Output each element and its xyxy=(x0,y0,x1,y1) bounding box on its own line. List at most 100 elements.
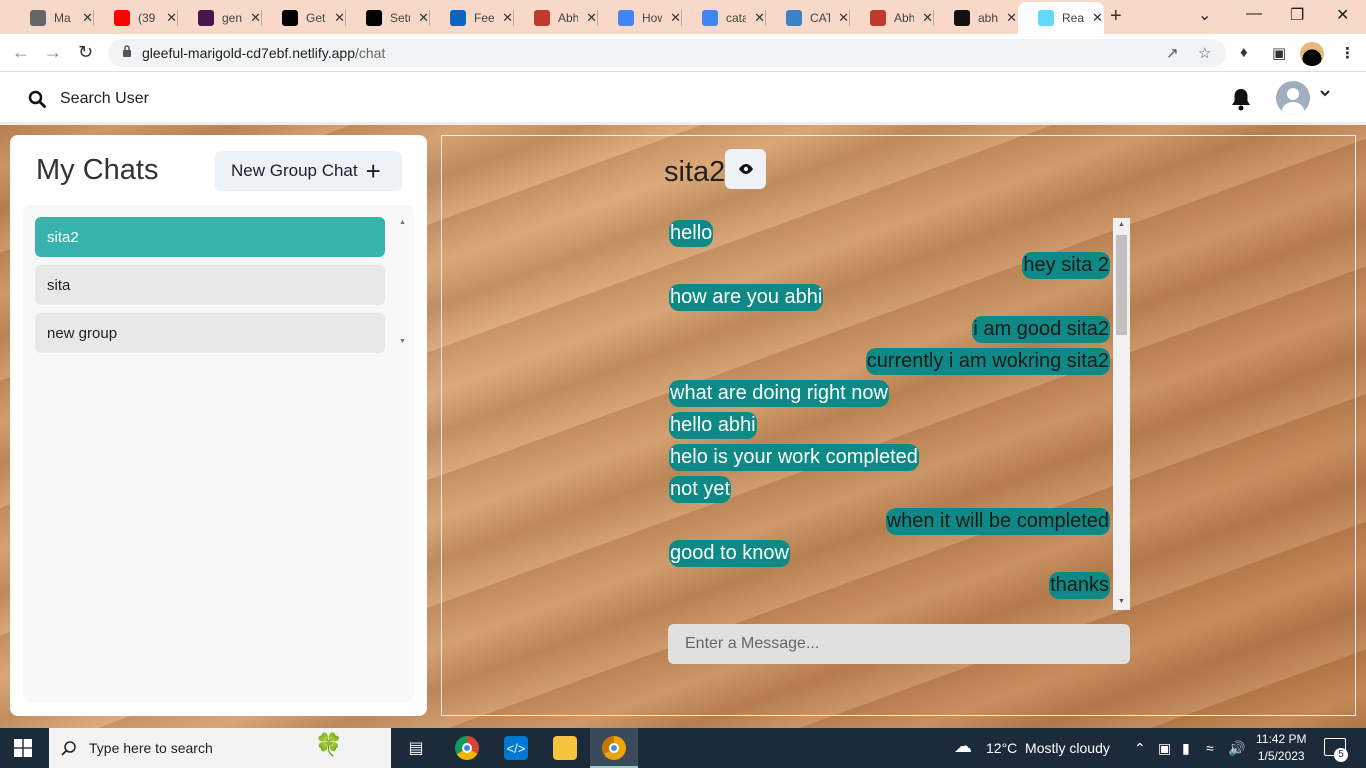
close-tab-icon[interactable]: ✕ xyxy=(502,10,513,26)
chat-list-item-label: sita2 xyxy=(47,228,79,246)
back-arrow-icon[interactable]: ← xyxy=(12,42,30,63)
extensions-puzzle-icon[interactable]: ♦ xyxy=(1240,44,1248,61)
profile-avatar[interactable] xyxy=(1300,42,1324,66)
github-icon xyxy=(954,9,970,26)
search-icon xyxy=(61,741,76,756)
side-panel-icon[interactable]: ▣ xyxy=(1272,44,1286,62)
close-tab-icon[interactable]: ✕ xyxy=(922,10,933,26)
browser-tab[interactable]: Rea ✕ xyxy=(1018,2,1104,34)
browser-tab[interactable]: Fee ✕ xyxy=(430,5,513,30)
close-tab-icon[interactable]: ✕ xyxy=(838,10,849,26)
browser-tab[interactable]: Abh ✕ xyxy=(850,5,933,30)
message-bubble-received: when it will be completed xyxy=(885,508,1110,535)
tab-separator xyxy=(765,10,766,26)
clock-date: 1/5/2023 xyxy=(1257,749,1305,763)
tab-title: gen xyxy=(222,10,243,25)
browser-tab[interactable]: abh ✕ xyxy=(934,5,1017,30)
tab-separator xyxy=(93,10,94,26)
view-profile-button[interactable] xyxy=(725,149,766,189)
tab-title: Rea xyxy=(1062,11,1084,25)
messages-scrollbar[interactable]: ▲ ▼ xyxy=(1113,218,1130,610)
address-bar[interactable]: gleeful-marigold-cd7ebf.netlify.app/chat… xyxy=(108,39,1226,67)
share-icon[interactable]: ↗ xyxy=(1166,44,1179,62)
file-explorer-icon[interactable] xyxy=(553,736,577,760)
close-tab-icon[interactable]: ✕ xyxy=(334,10,345,26)
tab-search-chevron-icon[interactable]: ⌄ xyxy=(1198,5,1211,25)
chat-box: sita2 hello hey sita 2 how are you abhi i a… xyxy=(441,135,1356,716)
close-tab-icon[interactable]: ✕ xyxy=(1006,10,1017,26)
close-tab-icon[interactable]: ✕ xyxy=(418,10,429,26)
clock[interactable]: 11:42 PM 1/5/2023 xyxy=(1256,731,1306,765)
message-bubble-sent: how are you abhi xyxy=(669,284,824,311)
new-group-chat-button[interactable]: New Group Chat + xyxy=(215,151,402,191)
new-group-chat-label: New Group Chat xyxy=(231,161,358,180)
browser-tab[interactable]: Ma ✕ xyxy=(10,5,93,30)
new-tab-button[interactable]: + xyxy=(1110,5,1122,28)
scroll-down-arrow-icon[interactable]: ▼ xyxy=(1118,598,1125,605)
weather-text[interactable]: 12°C Mostly cloudy xyxy=(986,740,1110,756)
browser-tab[interactable]: CAT ✕ xyxy=(766,5,849,30)
close-tab-icon[interactable]: ✕ xyxy=(754,10,765,26)
browser-tab[interactable]: (39 ✕ xyxy=(94,5,177,30)
tab-title: cata xyxy=(726,10,747,25)
battery-icon[interactable]: ▮ xyxy=(1182,740,1190,757)
message-bubble-sent: what are doing right now xyxy=(669,380,889,407)
vscode-icon[interactable]: </> xyxy=(504,736,528,760)
browser-tab[interactable]: cata ✕ xyxy=(682,5,765,30)
chat-list-item[interactable]: new group xyxy=(35,313,385,353)
chat-list-item-label: new group xyxy=(47,324,118,342)
tab-title: Get xyxy=(306,10,326,25)
bell-icon[interactable] xyxy=(1230,87,1252,111)
my-chats-panel: My Chats New Group Chat + ▲ ▼ sita2 sita n… xyxy=(10,135,427,716)
close-tab-icon[interactable]: ✕ xyxy=(82,10,93,26)
user-avatar[interactable] xyxy=(1276,81,1310,115)
browser-tab-strip: + ⌄ — ❐ ✕ Ma✕(39✕gen✕Get✕Setu✕Fee✕Abh✕Ho… xyxy=(0,0,1366,34)
browser-tab[interactable]: Abh ✕ xyxy=(514,5,597,30)
close-tab-icon[interactable]: ✕ xyxy=(1092,10,1103,26)
close-window-button[interactable]: ✕ xyxy=(1336,5,1349,25)
chevron-down-icon[interactable] xyxy=(1320,90,1330,97)
browser-tab[interactable]: Setu ✕ xyxy=(346,5,429,30)
weather-cloud-icon[interactable]: ☁ xyxy=(954,736,972,757)
linkedin-icon xyxy=(450,9,466,26)
nextjs-icon xyxy=(282,9,298,26)
wifi-icon[interactable]: ≈ xyxy=(1206,740,1214,756)
bookmark-star-icon[interactable]: ☆ xyxy=(1198,44,1211,62)
chat-list: ▲ ▼ sita2 sita new group xyxy=(23,205,414,702)
close-tab-icon[interactable]: ✕ xyxy=(670,10,681,26)
chat-list-item-label: sita xyxy=(47,276,71,294)
scroll-up-arrow-icon[interactable]: ▲ xyxy=(1118,221,1125,228)
message-input[interactable] xyxy=(668,624,1130,664)
tab-separator xyxy=(681,10,682,26)
chrome-icon[interactable] xyxy=(455,736,479,760)
scroll-down-arrow-icon[interactable]: ▼ xyxy=(399,338,406,345)
close-tab-icon[interactable]: ✕ xyxy=(586,10,597,26)
windows-start-icon[interactable] xyxy=(14,739,32,757)
tab-title: Setu xyxy=(390,10,410,25)
menu-kebab-icon[interactable]: ⋮ xyxy=(1340,44,1355,62)
meet-now-icon[interactable]: ▣ xyxy=(1158,740,1171,757)
show-hidden-icons-chevron-icon[interactable]: ⌃ xyxy=(1134,740,1146,757)
message-bubble-sent: hello abhi xyxy=(669,412,757,439)
chrome-canary-taskbar-active[interactable] xyxy=(590,728,638,768)
volume-icon[interactable]: 🔊 xyxy=(1228,740,1245,757)
task-view-icon[interactable]: ▤ xyxy=(404,736,428,760)
taskbar-search-box[interactable]: Type here to search 🍀 xyxy=(49,728,391,768)
close-tab-icon[interactable]: ✕ xyxy=(166,10,177,26)
reload-icon[interactable]: ↻ xyxy=(78,42,93,63)
browser-tab[interactable]: How ✕ xyxy=(598,5,681,30)
windows-taskbar: Type here to search 🍀 ▤ </> ☁ 12°C Mostl… xyxy=(0,728,1366,768)
taskbar-search-placeholder: Type here to search xyxy=(89,740,213,756)
browser-tab[interactable]: gen ✕ xyxy=(178,5,261,30)
forward-arrow-icon[interactable]: → xyxy=(44,42,62,63)
search-user-button[interactable]: Search User xyxy=(28,85,149,113)
youtube-icon xyxy=(114,9,130,26)
browser-tab[interactable]: Get ✕ xyxy=(262,5,345,30)
chat-list-item[interactable]: sita xyxy=(35,265,385,305)
chat-list-item[interactable]: sita2 xyxy=(35,217,385,257)
minimize-button[interactable]: — xyxy=(1246,5,1262,23)
scroll-up-arrow-icon[interactable]: ▲ xyxy=(399,219,406,226)
close-tab-icon[interactable]: ✕ xyxy=(250,10,261,26)
restore-button[interactable]: ❐ xyxy=(1290,5,1304,25)
scrollbar-thumb[interactable] xyxy=(1116,235,1127,335)
